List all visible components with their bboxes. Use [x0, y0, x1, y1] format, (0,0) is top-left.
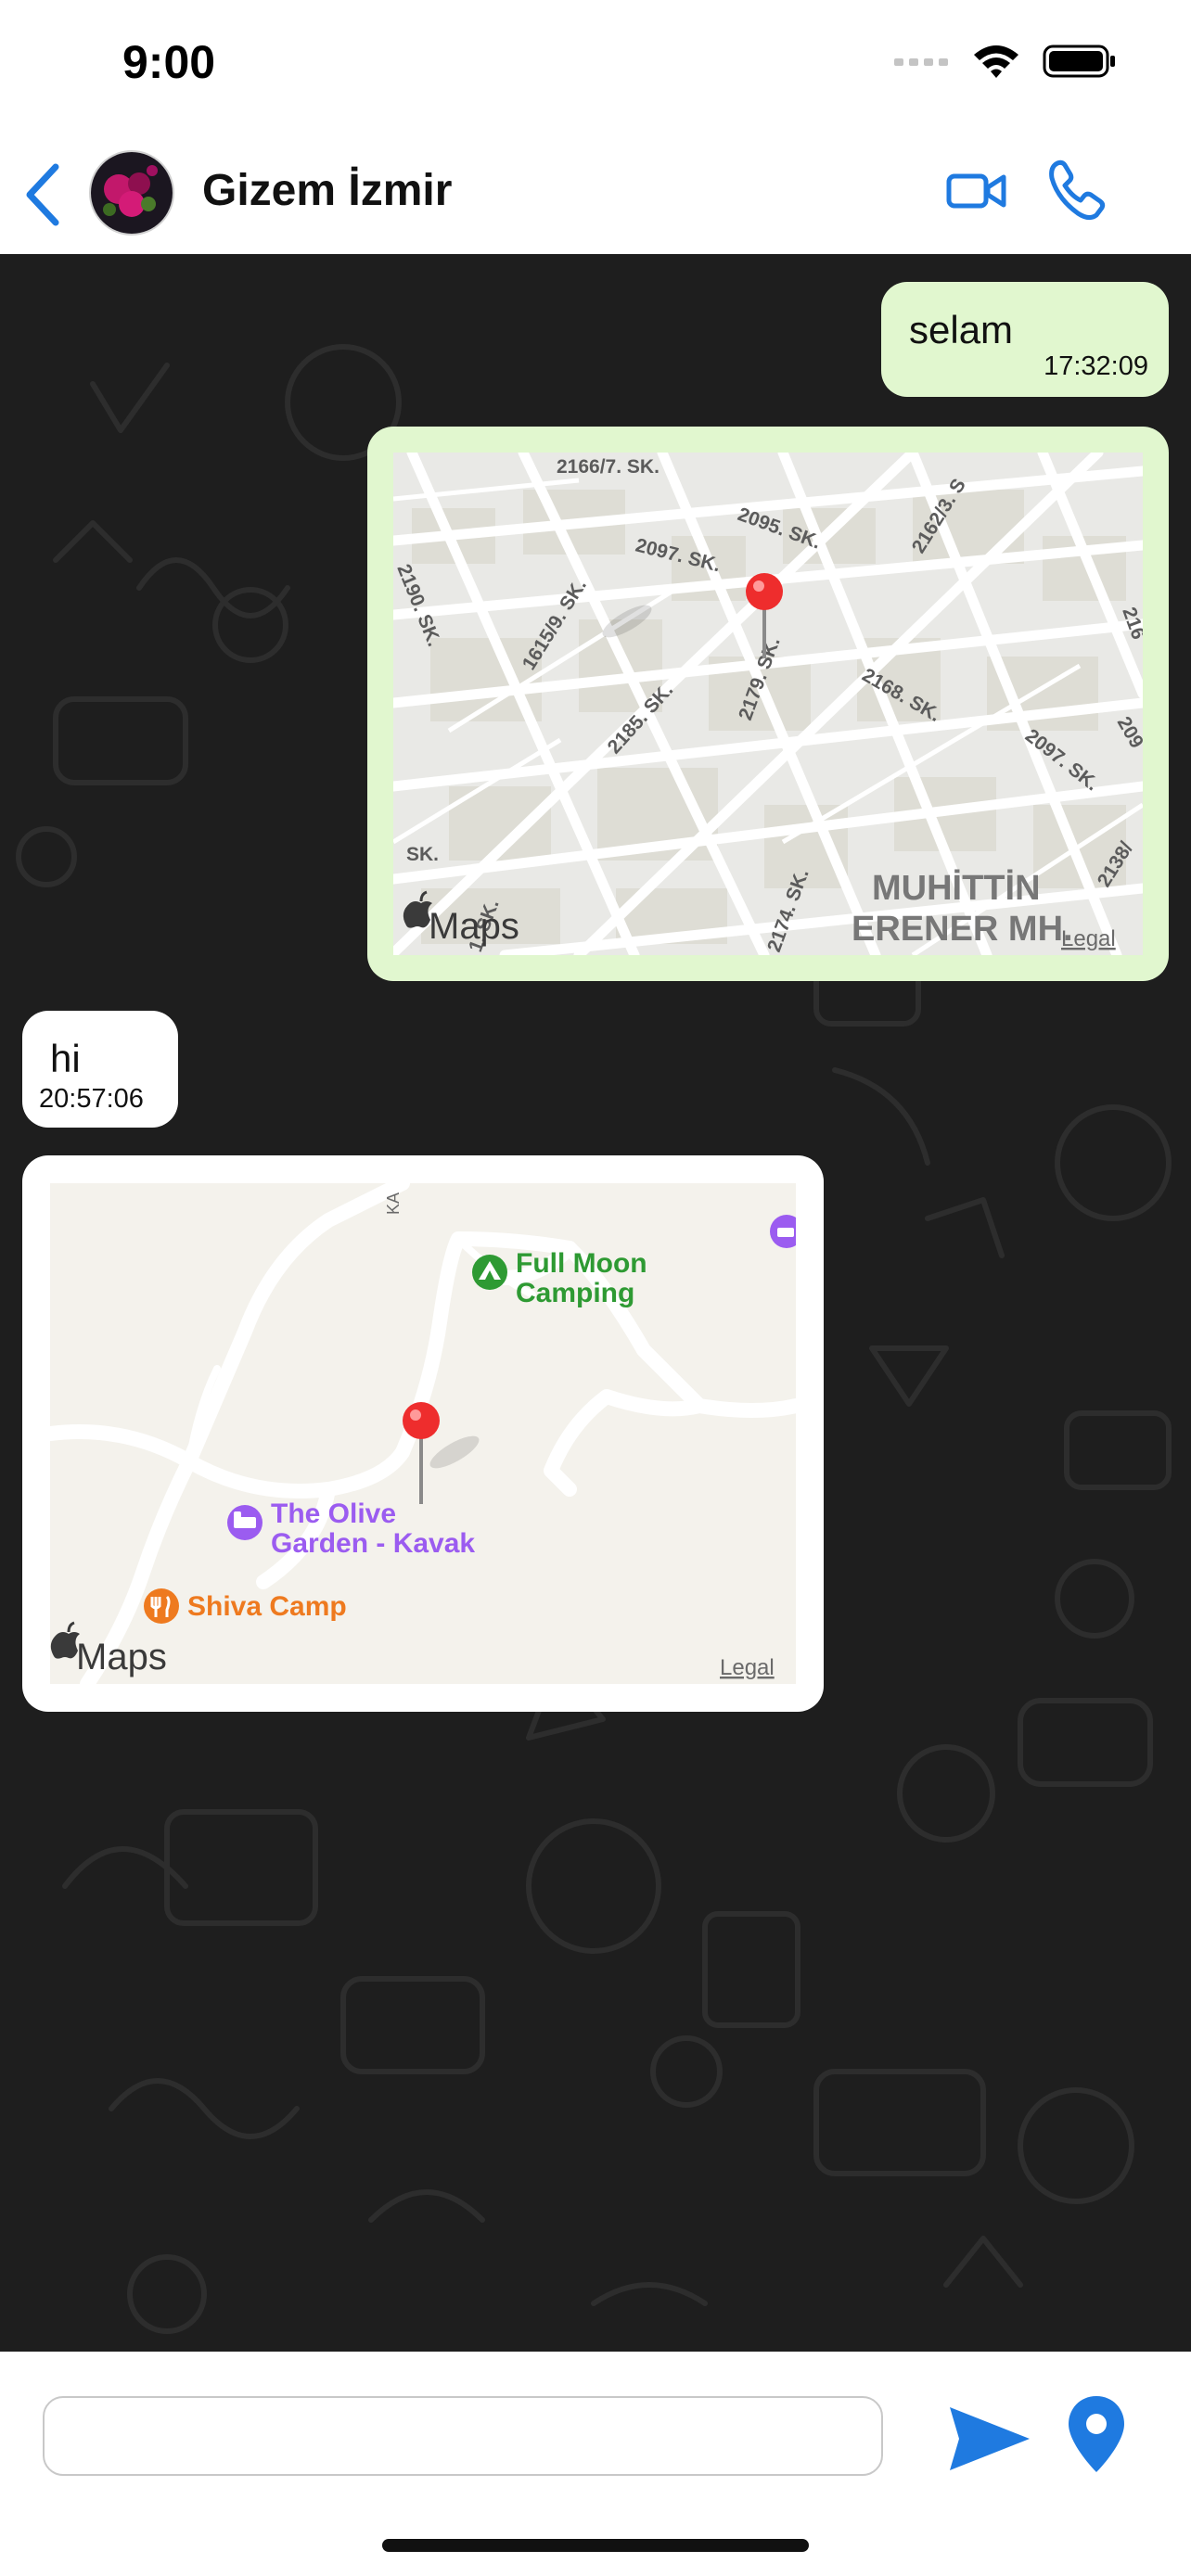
send-icon[interactable] — [948, 2404, 1031, 2474]
restaurant-icon — [144, 1588, 179, 1624]
place-label: The Olive — [271, 1498, 396, 1529]
wifi-icon — [974, 45, 1018, 78]
terrain-map-graphic: KA Full Moon Camping The Olive Garden - … — [50, 1183, 796, 1684]
contact-name[interactable]: Gizem İzmir — [202, 165, 452, 216]
outgoing-message-bubble[interactable]: selam 17:32:09 — [881, 282, 1169, 397]
cellular-signal-icon — [894, 58, 948, 66]
map-snapshot[interactable]: 2166/7. SK. 2095. SK. 2097. SK. 2162/3. … — [393, 453, 1143, 955]
district-label: ERENER MH. — [852, 910, 1073, 949]
street-label: 2166/7. SK. — [557, 456, 660, 478]
chat-header: Gizem İzmir — [0, 130, 1191, 255]
district-label: MUHİTTİN — [872, 869, 1041, 908]
incoming-message-bubble[interactable]: hi 20:57:06 — [22, 1011, 178, 1128]
status-icons — [894, 43, 1117, 80]
message-time: 20:57:06 — [39, 1084, 144, 1114]
back-chevron-icon[interactable] — [15, 158, 70, 232]
status-bar: 9:00 — [0, 0, 1191, 130]
place-label: Camping — [516, 1278, 634, 1308]
message-text: selam — [909, 308, 1014, 351]
maps-attribution: Maps — [76, 1637, 167, 1677]
location-pin-icon[interactable] — [1067, 2394, 1126, 2474]
hotel-icon — [227, 1505, 263, 1540]
message-input[interactable] — [43, 2396, 883, 2476]
home-indicator — [382, 2539, 809, 2552]
street-map-graphic: 2166/7. SK. 2095. SK. 2097. SK. 2162/3. … — [393, 453, 1143, 955]
message-time: 17:32:09 — [1044, 351, 1148, 381]
message-text: hi — [50, 1037, 81, 1080]
avatar[interactable] — [89, 150, 174, 236]
outgoing-location-bubble[interactable]: 2166/7. SK. 2095. SK. 2097. SK. 2162/3. … — [367, 427, 1169, 981]
composer-bar — [0, 2352, 1191, 2576]
map-snapshot[interactable]: KA Full Moon Camping The Olive Garden - … — [50, 1183, 796, 1684]
video-call-icon[interactable] — [946, 163, 1007, 219]
legal-link[interactable]: Legal — [1061, 926, 1116, 951]
place-label: Full Moon — [516, 1248, 647, 1279]
battery-icon — [1043, 45, 1115, 78]
status-time: 9:00 — [122, 36, 216, 88]
chat-area[interactable]: selam 17:32:09 2166/7. SK. 2095. SK. 209… — [0, 254, 1191, 2352]
incoming-location-bubble[interactable]: KA Full Moon Camping The Olive Garden - … — [22, 1155, 824, 1712]
place-label: Garden - Kavak — [271, 1528, 475, 1559]
campsite-icon — [472, 1255, 507, 1290]
road-label: KA — [384, 1192, 403, 1215]
street-label: SK. — [406, 844, 439, 865]
legal-link[interactable]: Legal — [720, 1655, 775, 1680]
maps-attribution: Maps — [429, 906, 519, 947]
phone-call-icon[interactable] — [1046, 158, 1106, 223]
place-label: Shiva Camp — [187, 1591, 347, 1622]
